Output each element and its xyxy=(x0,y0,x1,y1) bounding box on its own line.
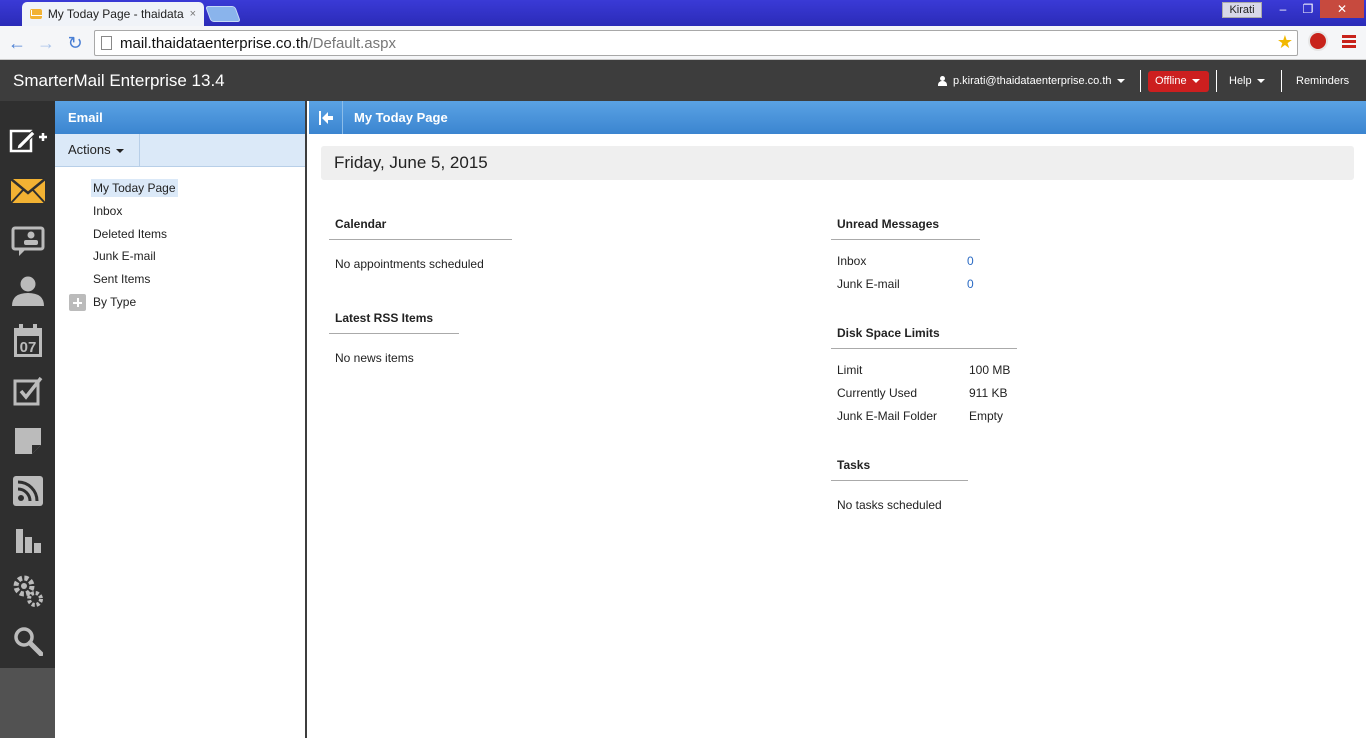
tab-title: My Today Page - thaidata xyxy=(47,7,184,21)
folder-by-type[interactable]: By Type xyxy=(91,293,138,311)
disk-value: 911 KB xyxy=(969,386,1008,400)
unread-label: Junk E-mail xyxy=(837,277,900,291)
restore-button[interactable]: ❐ xyxy=(1296,0,1320,18)
reminders-link[interactable]: Reminders xyxy=(1296,75,1349,87)
actions-bar: Actions xyxy=(55,134,305,167)
app-nav-rail: 07 xyxy=(0,101,55,738)
main-content: My Today Page Friday, June 5, 2015 Calen… xyxy=(309,101,1366,738)
collapse-panel-button[interactable] xyxy=(309,101,343,134)
unread-section-title: Unread Messages xyxy=(831,217,980,240)
folder-panel: Email Actions My Today Page Inbox Delete… xyxy=(55,101,307,738)
unread-junk-count[interactable]: 0 xyxy=(967,277,974,291)
new-tab-button[interactable] xyxy=(205,6,241,22)
header-divider xyxy=(1140,70,1141,92)
calendar-empty-text: No appointments scheduled xyxy=(335,257,484,271)
tab-close-icon[interactable]: × xyxy=(190,8,196,20)
collapse-arrow-icon xyxy=(318,110,333,125)
header-divider xyxy=(1281,70,1282,92)
folder-panel-title: Email xyxy=(55,101,305,134)
status-label: Offline xyxy=(1155,75,1187,87)
search-icon[interactable] xyxy=(0,616,55,666)
address-bar[interactable]: mail.thaidataenterprise.co.th/Default.as… xyxy=(94,30,1298,56)
folder-sent-items[interactable]: Sent Items xyxy=(91,270,152,288)
contacts-card-icon[interactable] xyxy=(0,216,55,266)
reload-icon[interactable]: ↻ xyxy=(64,32,86,54)
mail-favicon-icon xyxy=(30,9,42,19)
user-icon xyxy=(938,76,947,86)
today-date: Friday, June 5, 2015 xyxy=(321,146,1354,180)
user-email: p.kirati@thaidataenterprise.co.th xyxy=(953,75,1112,87)
app-title: SmarterMail Enterprise 13.4 xyxy=(13,71,225,90)
main-header: My Today Page xyxy=(309,101,1366,134)
page-icon xyxy=(101,36,112,50)
extension-icon[interactable] xyxy=(1308,31,1328,51)
tasks-checkbox-icon[interactable] xyxy=(0,366,55,416)
chevron-down-icon xyxy=(1191,79,1200,84)
window-close-button[interactable]: ✕ xyxy=(1320,0,1364,18)
forward-arrow-icon[interactable]: → xyxy=(35,32,57,54)
url-path: /Default.aspx xyxy=(308,34,396,52)
page-title: My Today Page xyxy=(354,110,448,125)
chevron-down-icon xyxy=(1116,79,1125,83)
minimize-button[interactable]: – xyxy=(1270,0,1296,18)
svg-text:07: 07 xyxy=(19,339,36,356)
actions-label: Actions xyxy=(68,142,111,157)
rss-section-title: Latest RSS Items xyxy=(329,311,459,334)
disk-label: Junk E-Mail Folder xyxy=(837,409,938,423)
browser-toolbar: ← → ↻ mail.thaidataenterprise.co.th/Defa… xyxy=(0,26,1366,60)
help-label: Help xyxy=(1229,75,1252,87)
disk-label: Currently Used xyxy=(837,386,918,400)
unread-inbox-count[interactable]: 0 xyxy=(967,254,974,268)
folder-junk-email[interactable]: Junk E-mail xyxy=(91,247,158,265)
disk-section-title: Disk Space Limits xyxy=(831,326,1017,349)
user-menu[interactable]: p.kirati@thaidataenterprise.co.th xyxy=(938,75,1125,87)
reports-bar-chart-icon[interactable] xyxy=(0,516,55,566)
email-icon[interactable] xyxy=(0,166,55,216)
browser-tab[interactable]: My Today Page - thaidata × xyxy=(22,2,204,26)
expand-plus-icon[interactable] xyxy=(69,294,86,311)
browser-titlebar: My Today Page - thaidata × Kirati – ❐ ✕ xyxy=(0,0,1366,26)
disk-value: 100 MB xyxy=(969,363,1011,377)
header-divider xyxy=(1216,70,1217,92)
notes-icon[interactable] xyxy=(0,416,55,466)
calendar-icon[interactable]: 07 xyxy=(0,316,55,366)
status-offline-button[interactable]: Offline xyxy=(1148,71,1209,92)
window-user-badge[interactable]: Kirati xyxy=(1222,2,1262,18)
tasks-section-title: Tasks xyxy=(831,458,968,481)
app-header: SmarterMail Enterprise 13.4 p.kirati@tha… xyxy=(0,60,1366,101)
folder-my-today-page[interactable]: My Today Page xyxy=(91,179,178,197)
folder-deleted-items[interactable]: Deleted Items xyxy=(91,225,169,243)
bookmark-star-icon[interactable]: ★ xyxy=(1277,32,1293,53)
url-host: mail.thaidataenterprise.co.th xyxy=(120,34,309,52)
browser-menu-icon[interactable] xyxy=(1342,35,1356,51)
settings-gear-icon[interactable] xyxy=(0,566,55,616)
disk-label: Limit xyxy=(837,363,863,377)
tasks-empty-text: No tasks scheduled xyxy=(837,498,942,512)
folder-inbox[interactable]: Inbox xyxy=(91,202,124,220)
rss-icon[interactable] xyxy=(0,466,55,516)
chevron-down-icon xyxy=(115,148,124,153)
calendar-section-title: Calendar xyxy=(329,217,512,240)
help-menu[interactable]: Help xyxy=(1229,75,1265,87)
user-icon[interactable] xyxy=(0,266,55,316)
back-arrow-icon[interactable]: ← xyxy=(6,32,28,54)
compose-icon[interactable] xyxy=(0,116,55,166)
unread-label: Inbox xyxy=(837,254,867,268)
actions-dropdown-button[interactable]: Actions xyxy=(55,134,140,167)
chevron-down-icon xyxy=(1256,79,1265,84)
rss-empty-text: No news items xyxy=(335,351,414,365)
disk-value: Empty xyxy=(969,409,1004,423)
